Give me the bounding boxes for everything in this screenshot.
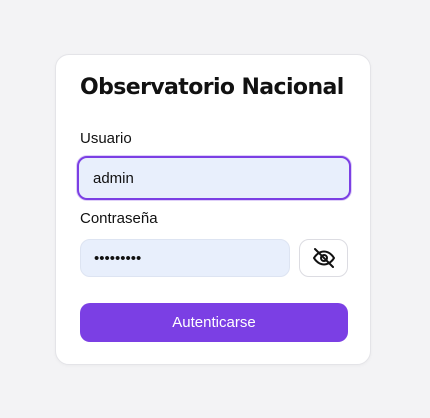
login-card: Observatorio Nacional Usuario Contraseña…: [55, 54, 371, 365]
username-label: Usuario: [80, 130, 132, 147]
password-label: Contraseña: [80, 210, 158, 227]
toggle-password-visibility-button[interactable]: [299, 239, 348, 277]
username-input[interactable]: [77, 156, 351, 200]
eye-off-icon: [312, 246, 336, 270]
password-input[interactable]: [80, 239, 290, 277]
page-title: Observatorio Nacional: [80, 75, 344, 100]
authenticate-button[interactable]: Autenticarse: [80, 303, 348, 342]
